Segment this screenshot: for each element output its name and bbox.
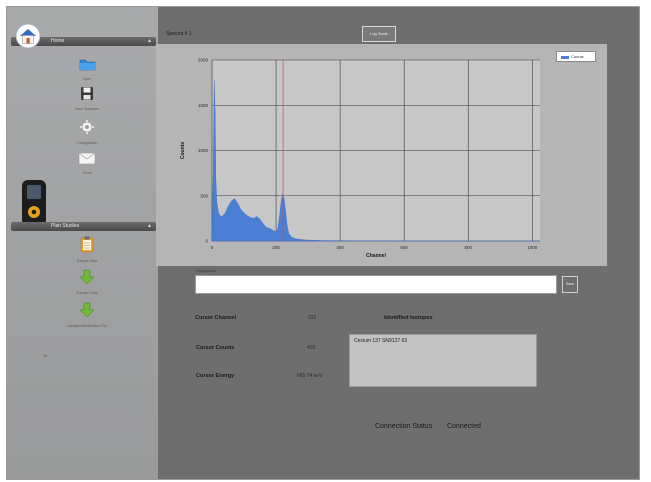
sidebar-item-label: Save Spectrum [75,107,99,111]
cursor-counts-label: Cursor Counts [196,345,235,351]
x-tick-label: 1000 [527,245,538,250]
plan-header-label: Plan Studies [51,223,80,229]
gear-icon [79,119,95,135]
home-header-label: Home [51,38,65,44]
isotopes-list[interactable]: Cesium 137 SN9127 63 [349,334,537,387]
identified-isotopes-title: Identified Isotopes [384,315,433,321]
description-input[interactable] [195,275,557,294]
legend-swatch [561,56,569,59]
spectra-number: Spectra # 1 [166,31,192,37]
sidebar-number: 10 [43,353,48,358]
chart-legend: Counts [556,51,596,62]
spectra-value: 1 [188,31,192,37]
x-tick-label: 400 [336,245,344,250]
sidebar-item-email[interactable]: Email [57,152,117,175]
sidebar-item-label: Sample Data [76,259,98,263]
sidebar-item-validate-file[interactable]: Validate Identification File [57,302,117,328]
sidebar-item-label: Configuration [76,141,98,145]
cursor-counts-value: 403 [307,345,316,351]
sidebar-item-save[interactable]: Save Spectrum [57,86,117,111]
cursor-energy-label: Cursor Energy [196,373,235,379]
connection-status-label: Connection Status [375,423,433,430]
cursor-channel-label: Cursor Channel [195,315,237,321]
spectrum-chart-panel: 0 200 400 600 800 1000 0 500 1000 1500 2000 Channel… [156,44,607,266]
sidebar-item-label: Validate Identification File [67,324,107,328]
x-tick-label: 800 [464,245,472,250]
connection-status-value: Connected [447,423,481,430]
y-axis-label: Counts [180,142,186,159]
sidebar-item-label: Transfer Data [76,291,98,295]
x-tick-label: 600 [400,245,408,250]
device-icon[interactable] [20,179,48,227]
sidebar-item-open[interactable]: Open [57,57,117,81]
y-tick-label: 500 [200,193,208,198]
y-tick-label: 1500 [198,103,209,108]
chevron-up-icon[interactable]: ▲ [147,37,152,46]
x-tick-label: 0 [211,245,214,250]
arrow-down-icon [79,269,95,285]
arrow-down-icon [79,302,95,318]
legend-label: Counts [571,54,584,59]
envelope-icon [78,152,96,165]
plan-section-header[interactable]: Plan Studies ▲ [11,222,156,231]
x-axis-label: Channel [366,253,386,259]
y-tick-label: 2000 [198,58,209,63]
y-tick-label: 1000 [198,148,209,153]
home-icon[interactable] [15,23,41,49]
spectra-label: Spectra # [166,31,188,37]
save-description-button[interactable]: Save [562,276,578,293]
spectrum-chart[interactable]: 0 200 400 600 800 1000 0 500 1000 1500 2000 Channel… [156,44,607,266]
sidebar-item-sample-data[interactable]: Sample Data [57,236,117,263]
clipboard-icon [80,236,94,253]
log-scale-button[interactable]: Log Scale [362,26,396,42]
sidebar: Home ▲ Open Save Spectrum Configuration … [7,7,158,479]
description-label: Description [196,268,217,273]
chevron-up-icon[interactable]: ▲ [147,222,152,231]
y-tick-label: 0 [205,239,208,244]
x-tick-label: 200 [272,245,280,250]
disk-icon [81,87,93,100]
folder-icon [79,59,95,71]
sidebar-item-label: Email [82,171,92,175]
sidebar-item-label: Open [82,77,92,81]
sidebar-item-configuration[interactable]: Configuration [57,119,117,145]
cursor-energy-value: 665.74 keV [297,373,323,379]
sidebar-item-transfer-data[interactable]: Transfer Data [57,269,117,295]
cursor-channel-value: 222 [308,315,317,321]
isotope-list-item[interactable]: Cesium 137 SN9127 63 [354,338,407,344]
